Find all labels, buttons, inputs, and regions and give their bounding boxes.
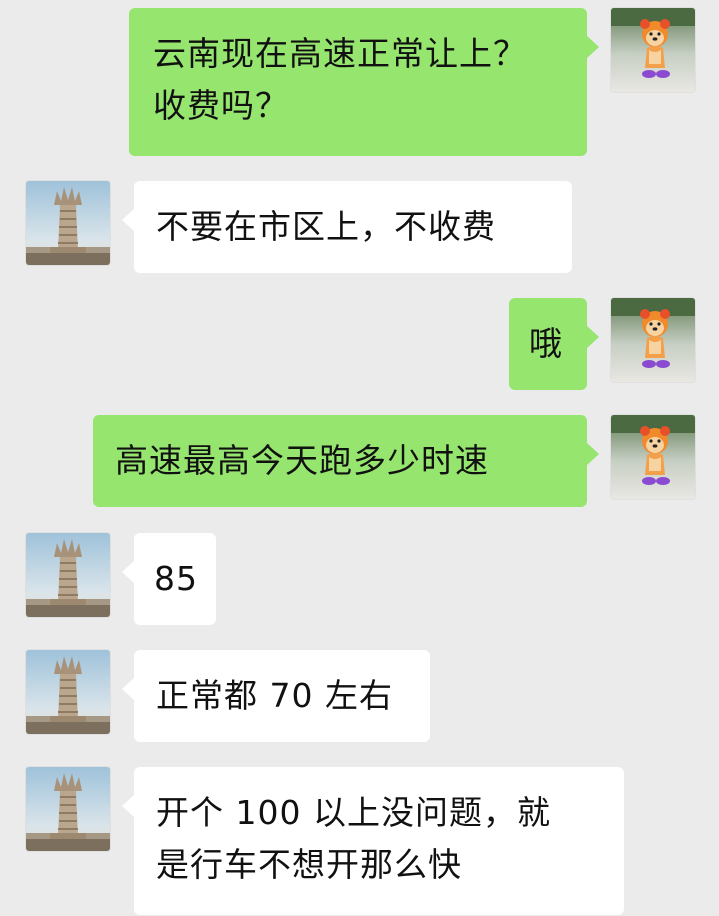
incoming-message-bubble[interactable]: 开个 100 以上没问题，就 是行车不想开那么快 — [122, 767, 624, 915]
tower-avatar[interactable] — [26, 650, 110, 734]
dog-cartoon-avatar[interactable] — [611, 298, 695, 382]
incoming-message-bubble[interactable]: 正常都 70 左右 — [122, 650, 430, 742]
tower-avatar[interactable] — [26, 181, 110, 265]
tower-avatar[interactable] — [26, 767, 110, 851]
dog-cartoon-avatar[interactable] — [611, 8, 695, 92]
outgoing-message-bubble[interactable]: 哦 — [509, 298, 599, 390]
incoming-message-bubble[interactable]: 不要在市区上，不收费 — [122, 181, 572, 273]
outgoing-message-bubble[interactable]: 高速最高今天跑多少时速 — [93, 415, 599, 507]
incoming-message-bubble[interactable]: 85 — [122, 533, 216, 625]
tower-avatar[interactable] — [26, 533, 110, 617]
outgoing-message-bubble[interactable]: 云南现在高速正常让上？ 收费吗？ — [129, 8, 599, 156]
dog-cartoon-avatar[interactable] — [611, 415, 695, 499]
